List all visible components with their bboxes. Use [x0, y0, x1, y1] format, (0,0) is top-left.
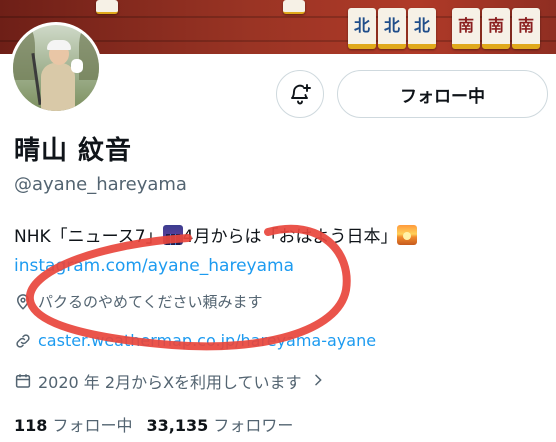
banner-tile: 北 [408, 8, 436, 49]
following-count: 118 [14, 416, 48, 435]
banner-tile: 南 [482, 8, 510, 49]
link-icon [14, 332, 32, 350]
bio-text-2: 4月からは「おはよう日本」 [182, 227, 398, 247]
banner-tile [283, 0, 305, 14]
avatar-photo [13, 25, 99, 111]
followers-count: 33,135 [146, 416, 209, 435]
display-name: 晴山 紋音 [14, 136, 133, 166]
banner-tile: 南 [452, 8, 480, 49]
location-row: パクるのやめてください頼みます [14, 291, 263, 312]
location-text: パクるのやめてください頼みます [38, 293, 263, 311]
followers-stat[interactable]: 33,135 フォロワー [147, 416, 294, 435]
banner-tile [96, 0, 118, 14]
banner-tile: 北 [348, 8, 376, 49]
notification-subscribe-button[interactable] [276, 70, 324, 118]
follow-stats: 118 フォロー中 33,135 フォロワー [14, 412, 293, 436]
user-handle: @ayane_hareyama [14, 174, 187, 195]
calendar-icon [14, 372, 32, 390]
location-pin-icon [14, 293, 32, 311]
person-glove [71, 59, 83, 73]
chevron-right-icon [310, 372, 328, 390]
bio: NHK「ニュース7」 4月からは「おはよう日本」 [14, 222, 418, 247]
photo-tree [79, 25, 99, 80]
banner-tile: 北 [378, 8, 406, 49]
following-label: フォロー中 [52, 416, 133, 435]
person-body [41, 63, 75, 111]
joined-text: 2020 年 2月からXを利用しています [38, 373, 302, 392]
website-link[interactable]: caster.weathermap.co.jp/hareyama-ayane [38, 331, 376, 350]
website-row[interactable]: caster.weathermap.co.jp/hareyama-ayane [14, 331, 376, 350]
bio-instagram-link[interactable]: instagram.com/ayane_hareyama [14, 256, 294, 276]
bio-text-1: NHK「ニュース7」 [14, 227, 163, 247]
banner-tile: 南 [512, 8, 540, 49]
followers-label: フォロワー [213, 416, 294, 435]
following-button[interactable]: フォロー中 [337, 70, 548, 118]
night-city-emoji-icon [162, 225, 183, 245]
following-stat[interactable]: 118 フォロー中 [14, 416, 133, 435]
joined-row[interactable]: 2020 年 2月からXを利用しています [14, 369, 328, 393]
bell-plus-icon [288, 82, 312, 106]
person-cap [47, 40, 71, 50]
sunrise-emoji-icon [397, 225, 418, 245]
avatar[interactable] [10, 22, 102, 114]
